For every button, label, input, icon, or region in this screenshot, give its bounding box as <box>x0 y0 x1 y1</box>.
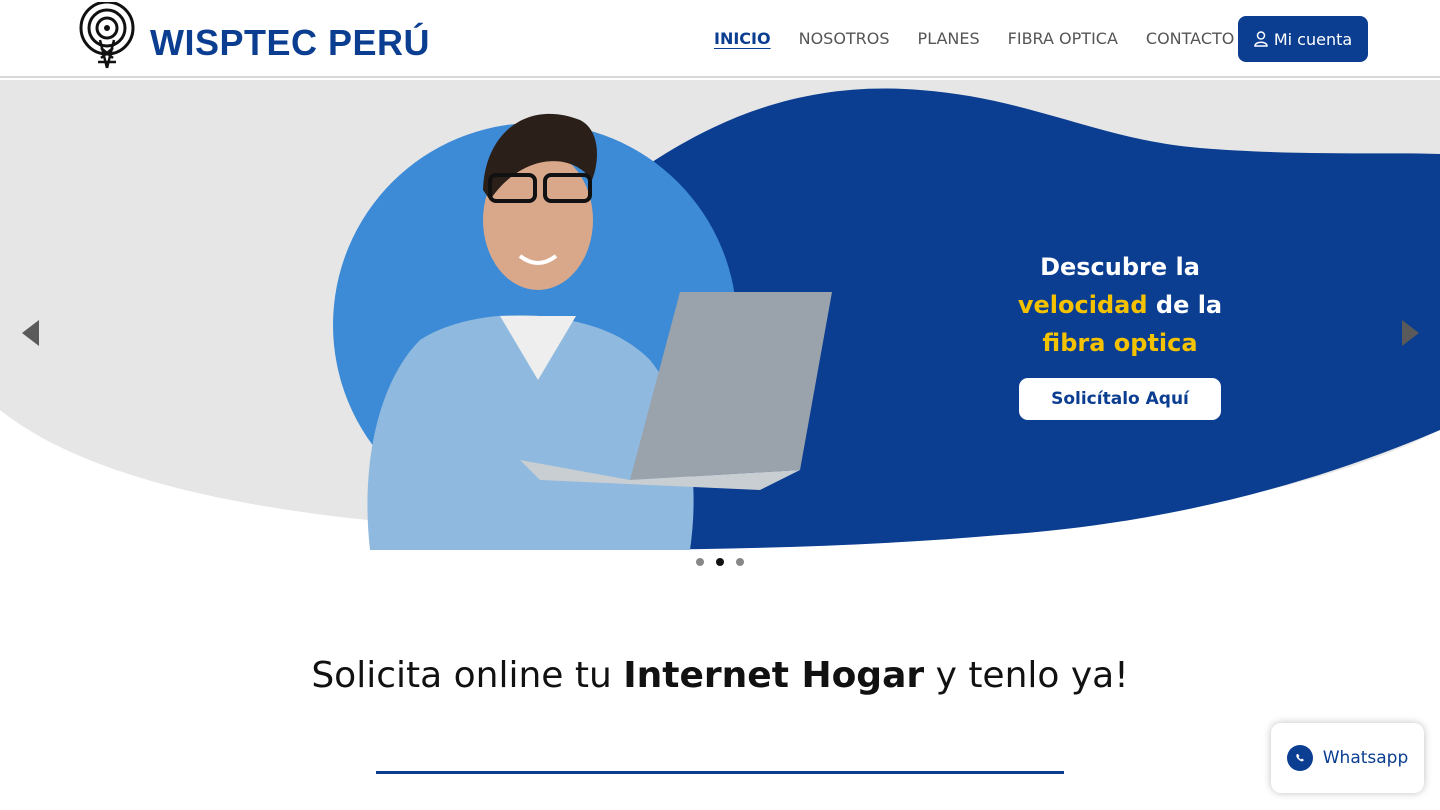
section-title-start: Solicita online tu <box>311 655 624 696</box>
hero-slider: Descubre la velocidad de la fibra optica… <box>0 80 1440 550</box>
whatsapp-icon <box>1286 745 1313 771</box>
nav-nosotros[interactable]: NOSOTROS <box>785 28 904 52</box>
main-nav: INICIO NOSOTROS PLANES FIBRA OPTICA CONT… <box>700 28 1248 52</box>
hero-line-1: Descubre la <box>1040 253 1200 281</box>
slider-dot-2[interactable] <box>716 558 724 566</box>
hero-highlight-speed: velocidad <box>1017 291 1148 319</box>
brand-wordmark[interactable]: WISPTEC PERÚ <box>150 22 430 64</box>
slider-dot-1[interactable] <box>696 558 704 566</box>
hero-line-2-rest: de la <box>1147 291 1223 319</box>
hero-headline: Descubre la velocidad de la fibra optica <box>1000 248 1240 362</box>
antenna-icon <box>79 2 135 69</box>
hero-line-2: velocidad de la <box>1000 286 1240 324</box>
nav-fibra-optica[interactable]: FIBRA OPTICA <box>994 28 1132 52</box>
my-account-label: Mi cuenta <box>1273 29 1353 49</box>
section-divider <box>376 771 1064 774</box>
hero-line-3: fibra optica <box>1042 329 1198 357</box>
request-cta-button[interactable]: Solicítalo Aquí <box>1018 377 1222 421</box>
site-header: WISPTEC PERÚ INICIO NOSOTROS PLANES FIBR… <box>0 0 1440 78</box>
section-title-end: y tenlo ya! <box>924 655 1129 696</box>
whatsapp-button[interactable]: Whatsapp <box>1271 723 1424 793</box>
whatsapp-label: Whatsapp <box>1322 748 1409 768</box>
my-account-button[interactable]: Mi cuenta <box>1238 16 1368 62</box>
nav-inicio[interactable]: INICIO <box>700 28 785 52</box>
slider-prev-arrow-icon[interactable] <box>22 320 39 346</box>
user-icon <box>1254 31 1268 47</box>
section-title: Solicita online tu Internet Hogar y tenl… <box>0 655 1440 696</box>
slider-pagination <box>0 558 1440 566</box>
nav-contacto[interactable]: CONTACTO <box>1132 28 1248 52</box>
section-title-bold: Internet Hogar <box>623 655 925 696</box>
slider-next-arrow-icon[interactable] <box>1402 320 1419 346</box>
slider-dot-3[interactable] <box>736 558 744 566</box>
nav-planes[interactable]: PLANES <box>904 28 994 52</box>
